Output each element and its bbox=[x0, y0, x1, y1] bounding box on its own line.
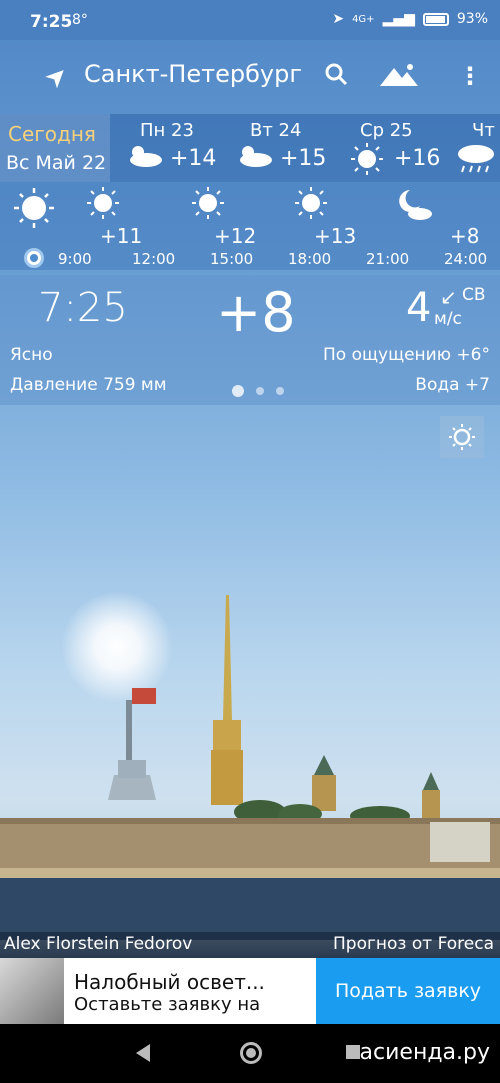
ad-image[interactable] bbox=[0, 958, 64, 1024]
status-temp: 8° bbox=[72, 12, 88, 28]
moon-cloud-icon bbox=[399, 190, 432, 220]
brightness-button[interactable] bbox=[440, 416, 484, 458]
battery-level: 93% bbox=[456, 11, 488, 27]
hourly-temp: +13 bbox=[314, 224, 357, 248]
recent-apps-icon[interactable] bbox=[346, 1045, 360, 1059]
ad-title[interactable]: Налобный освет... bbox=[74, 970, 265, 994]
photo-credit[interactable]: Alex Florstein Fedorov bbox=[4, 934, 192, 954]
page-dot bbox=[276, 387, 284, 395]
hourly-time: 9:00 bbox=[58, 250, 92, 268]
page-dot bbox=[232, 385, 244, 397]
current-time: 7:25 bbox=[38, 285, 128, 331]
hourly-temp: +12 bbox=[214, 224, 257, 248]
hourly-forecast[interactable]: +11 +12 +13 +8 9:00 12:00 15:00 18:00 21… bbox=[0, 182, 500, 270]
city-scene bbox=[0, 595, 500, 940]
day-name: Чт bbox=[472, 120, 495, 141]
sun-icon bbox=[14, 188, 54, 228]
current-temperature: +8 bbox=[216, 281, 296, 344]
current-time-marker bbox=[24, 248, 44, 268]
location-icon[interactable]: ➤ bbox=[39, 59, 76, 96]
app-bar: ➤ Санкт-Петербург ⋮ bbox=[0, 40, 500, 112]
daily-forecast: Сегодня Вс Май 22 Пн 23 +14 Вт 24 +15 Ср… bbox=[0, 114, 500, 182]
network-label: 4G+ bbox=[352, 13, 375, 25]
day-name: Пн 23 bbox=[140, 120, 194, 141]
wind-unit: м/с bbox=[434, 309, 462, 329]
location-arrow-icon: ➤ bbox=[332, 11, 345, 27]
day-temp: +14 bbox=[170, 146, 217, 171]
sun-icon bbox=[351, 143, 383, 175]
hourly-temp: +11 bbox=[100, 224, 143, 248]
credits-bar: Alex Florstein Fedorov Прогноз от Foreca bbox=[0, 932, 500, 958]
city-title[interactable]: Санкт-Петербург bbox=[84, 60, 302, 88]
water-temperature: Вода +7 bbox=[415, 375, 490, 395]
day-item[interactable]: Пн 23 +14 bbox=[124, 114, 224, 182]
cloud-sun-icon bbox=[130, 146, 162, 167]
wind-direction: СВ bbox=[462, 285, 486, 305]
sun-icon bbox=[192, 187, 224, 219]
hourly-time: 12:00 bbox=[132, 250, 176, 268]
page-dot bbox=[256, 387, 264, 395]
wind-speed: 4 bbox=[406, 285, 432, 331]
current-conditions[interactable]: 7:25 +8 4 ↙ СВ м/с Ясно По ощущению +6° … bbox=[0, 275, 500, 405]
home-icon[interactable] bbox=[240, 1042, 262, 1064]
back-icon[interactable] bbox=[136, 1044, 150, 1062]
today-date: Вс Май 22 bbox=[6, 152, 107, 174]
condition-text: Ясно bbox=[10, 345, 53, 365]
hourly-time: 15:00 bbox=[210, 250, 254, 268]
page-indicator bbox=[232, 385, 284, 397]
brightness-icon bbox=[449, 424, 475, 450]
day-name: Ср 25 bbox=[360, 120, 413, 141]
day-temp: +15 bbox=[280, 146, 327, 171]
ad-submit-button[interactable]: Подать заявку bbox=[316, 958, 500, 1024]
day-name: Вт 24 bbox=[250, 120, 302, 141]
day-item[interactable]: Чт bbox=[456, 114, 500, 182]
today-label: Сегодня bbox=[8, 122, 96, 146]
status-time: 7:25 bbox=[30, 12, 73, 32]
battery-icon bbox=[422, 12, 449, 26]
status-bar: 7:25 8° ➤ 4G+ ▂▄▆ 93% bbox=[0, 0, 500, 40]
hourly-temp: +8 bbox=[450, 224, 480, 248]
wind-direction-icon: ↙ bbox=[440, 285, 457, 309]
rain-cloud-icon bbox=[458, 145, 494, 173]
signal-icon: ▂▄▆ bbox=[382, 11, 415, 27]
watermark: асиенда.ру bbox=[359, 1040, 490, 1065]
more-icon[interactable]: ⋮ bbox=[458, 62, 482, 90]
pressure: Давление 759 мм bbox=[10, 375, 167, 395]
ad-banner[interactable]: Налобный освет... Оставьте заявку на Под… bbox=[0, 958, 500, 1024]
sun-icon bbox=[87, 187, 119, 219]
mountain-icon[interactable] bbox=[380, 62, 418, 88]
feels-like: По ощущению +6° bbox=[323, 345, 490, 365]
hourly-time: 18:00 bbox=[288, 250, 332, 268]
cloud-sun-icon bbox=[240, 146, 272, 167]
forecast-credit[interactable]: Прогноз от Foreca bbox=[333, 934, 494, 954]
hourly-time: 21:00 bbox=[366, 250, 410, 268]
hourly-time: 24:00 bbox=[444, 250, 488, 268]
sun-icon bbox=[295, 187, 327, 219]
day-today[interactable]: Сегодня Вс Май 22 bbox=[0, 114, 110, 182]
system-nav-bar: асиенда.ру bbox=[0, 1024, 500, 1083]
ad-subtitle[interactable]: Оставьте заявку на bbox=[74, 994, 260, 1015]
search-icon[interactable] bbox=[322, 60, 352, 90]
day-temp: +16 bbox=[394, 146, 441, 171]
day-item[interactable]: Ср 25 +16 bbox=[350, 114, 450, 182]
day-item[interactable]: Вт 24 +15 bbox=[234, 114, 334, 182]
